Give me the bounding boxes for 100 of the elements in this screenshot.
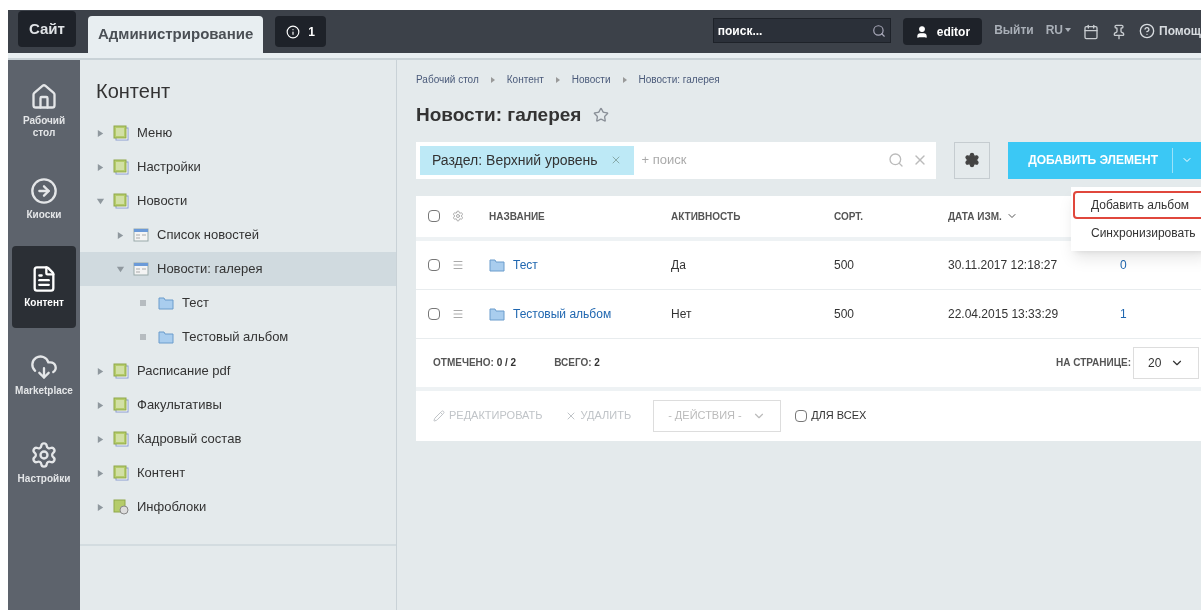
notifications-button[interactable]: 1 <box>275 16 326 47</box>
tree-item[interactable]: Настройки <box>80 150 396 184</box>
album-link[interactable]: Тест <box>513 255 538 274</box>
pin-icon[interactable] <box>1111 24 1127 40</box>
settings-icon <box>963 152 980 168</box>
nav-item[interactable]: Marketplace <box>12 334 76 416</box>
expand-arrow-icon[interactable] <box>96 366 105 376</box>
filter-field[interactable]: Раздел: Верхний уровень + поиск <box>416 141 936 179</box>
page-title: Новости: галерея <box>416 103 582 127</box>
checkbox[interactable] <box>428 307 440 320</box>
expand-arrow-icon[interactable] <box>96 400 105 410</box>
column-header[interactable]: АКТИВНОСТЬ <box>671 208 834 224</box>
tree-item[interactable]: Инфоблоки <box>80 490 396 524</box>
section-icon <box>113 159 129 175</box>
tree-item[interactable]: Контент <box>80 456 396 490</box>
tree-item-label: Настройки <box>137 158 201 177</box>
breadcrumb-link[interactable]: Рабочий стол <box>416 72 479 87</box>
collapse-arrow-icon[interactable] <box>96 196 105 206</box>
caret-icon <box>1065 28 1071 32</box>
table-cell-text: 30.11.2017 12:18:27 <box>948 256 1059 274</box>
nav-item[interactable]: Рабочий стол <box>12 70 76 152</box>
tree-item-label: Новости <box>137 192 188 211</box>
top-tab[interactable]: Сайт <box>18 11 76 47</box>
nav-item[interactable]: Киоски <box>12 158 76 240</box>
table-cell-text: 500 <box>834 256 856 274</box>
expand-arrow-icon[interactable] <box>96 162 105 172</box>
checkbox[interactable] <box>428 258 440 271</box>
breadcrumb-link[interactable]: Новости <box>571 72 611 87</box>
tree-item-label: Тестовый альбом <box>182 328 289 347</box>
logout-link[interactable]: Выйти <box>994 21 1034 39</box>
checkbox[interactable] <box>428 210 440 222</box>
tree-item[interactable]: Тестовый альбом <box>80 320 396 354</box>
calendar-icon[interactable] <box>1083 24 1099 40</box>
breadcrumb-link[interactable]: Контент <box>506 72 544 87</box>
tree-item[interactable]: Кадровый состав <box>80 422 396 456</box>
per-page-select[interactable]: 20 <box>1133 346 1199 379</box>
tree-item[interactable]: Факультативы <box>80 388 396 422</box>
nav-item[interactable]: Настройки <box>12 422 76 504</box>
section-icon <box>113 125 129 141</box>
column-header[interactable]: НАЗВАНИЕ <box>489 208 671 224</box>
expand-arrow-icon[interactable] <box>96 468 105 478</box>
breadcrumb-separator-icon <box>490 76 495 83</box>
expand-arrow-icon[interactable] <box>116 230 125 240</box>
bullet-icon <box>140 300 146 306</box>
column-header[interactable]: СОРТ. <box>834 208 948 224</box>
folder-icon <box>489 306 505 321</box>
help-icon <box>1139 23 1155 39</box>
for-all-checkbox[interactable]: ДЛЯ ВСЕХ <box>795 407 867 424</box>
section-icon <box>113 193 129 209</box>
star-icon[interactable] <box>593 107 610 124</box>
drag-handle-icon[interactable] <box>452 258 464 271</box>
section-icon <box>113 431 129 447</box>
expand-arrow-icon[interactable] <box>96 434 105 444</box>
top-tab[interactable]: Администрирование <box>87 16 264 53</box>
table-cell-text: 22.04.2015 13:33:29 <box>948 305 1060 323</box>
tree-item-label: Новости: галерея <box>157 260 263 279</box>
expand-arrow-icon[interactable] <box>96 128 105 138</box>
list-icon <box>133 227 149 243</box>
breadcrumb-separator-icon <box>622 76 627 83</box>
album-link[interactable]: Тестовый альбом <box>513 304 612 323</box>
section-icon <box>113 397 129 413</box>
tree-item[interactable]: Расписание pdf <box>80 354 396 388</box>
tree-item[interactable]: Список новостей <box>80 218 396 252</box>
gear-icon[interactable] <box>452 210 464 222</box>
section-icon <box>113 465 129 481</box>
language-selector[interactable]: RU <box>1045 21 1071 39</box>
tree-item-label: Инфоблоки <box>137 498 207 517</box>
filter-chip[interactable]: Раздел: Верхний уровень <box>420 145 634 175</box>
tree-item[interactable]: Меню <box>80 116 396 150</box>
expand-arrow-icon[interactable] <box>96 502 105 512</box>
per-page-label: НА СТРАНИЦЕ: <box>1055 356 1131 370</box>
tree-item[interactable]: Тест <box>80 286 396 320</box>
settings-button[interactable] <box>953 141 991 179</box>
menu-item[interactable]: Добавить альбом <box>1073 190 1201 219</box>
nav-item[interactable]: Контент <box>12 246 76 328</box>
filter-search-field[interactable]: + поиск <box>641 150 880 170</box>
panel-title: Контент <box>95 79 172 104</box>
breadcrumb-link[interactable]: Новости: галерея <box>638 72 720 87</box>
breadcrumb-separator-icon <box>555 76 560 83</box>
search-bar[interactable]: поиск... <box>712 18 891 43</box>
selected-count: ОТМЕЧЕНО: 0 / 2 <box>433 356 517 370</box>
pencil-icon <box>433 409 445 422</box>
help-link[interactable]: Помощ <box>1139 22 1201 40</box>
collapse-arrow-icon[interactable] <box>116 264 125 274</box>
search-icon <box>871 23 886 38</box>
search-icon[interactable] <box>887 152 904 168</box>
user-button[interactable]: editor <box>902 18 983 45</box>
folder-icon <box>489 257 505 272</box>
info-icon <box>286 24 301 39</box>
tree-item-label: Список новостей <box>157 226 260 245</box>
table-cell-text: 500 <box>834 305 856 323</box>
tree-item-label: Контент <box>137 464 186 483</box>
tree-item[interactable]: Новости <box>80 184 396 218</box>
search-field[interactable]: поиск... <box>717 21 872 40</box>
table-cell-text: 1 <box>1120 305 1127 323</box>
folder-icon <box>158 330 174 344</box>
drag-handle-icon[interactable] <box>452 307 464 320</box>
tree-item-label: Тест <box>182 294 209 313</box>
tree-item[interactable]: Новости: галерея <box>80 252 396 286</box>
bullet-icon <box>140 334 146 340</box>
